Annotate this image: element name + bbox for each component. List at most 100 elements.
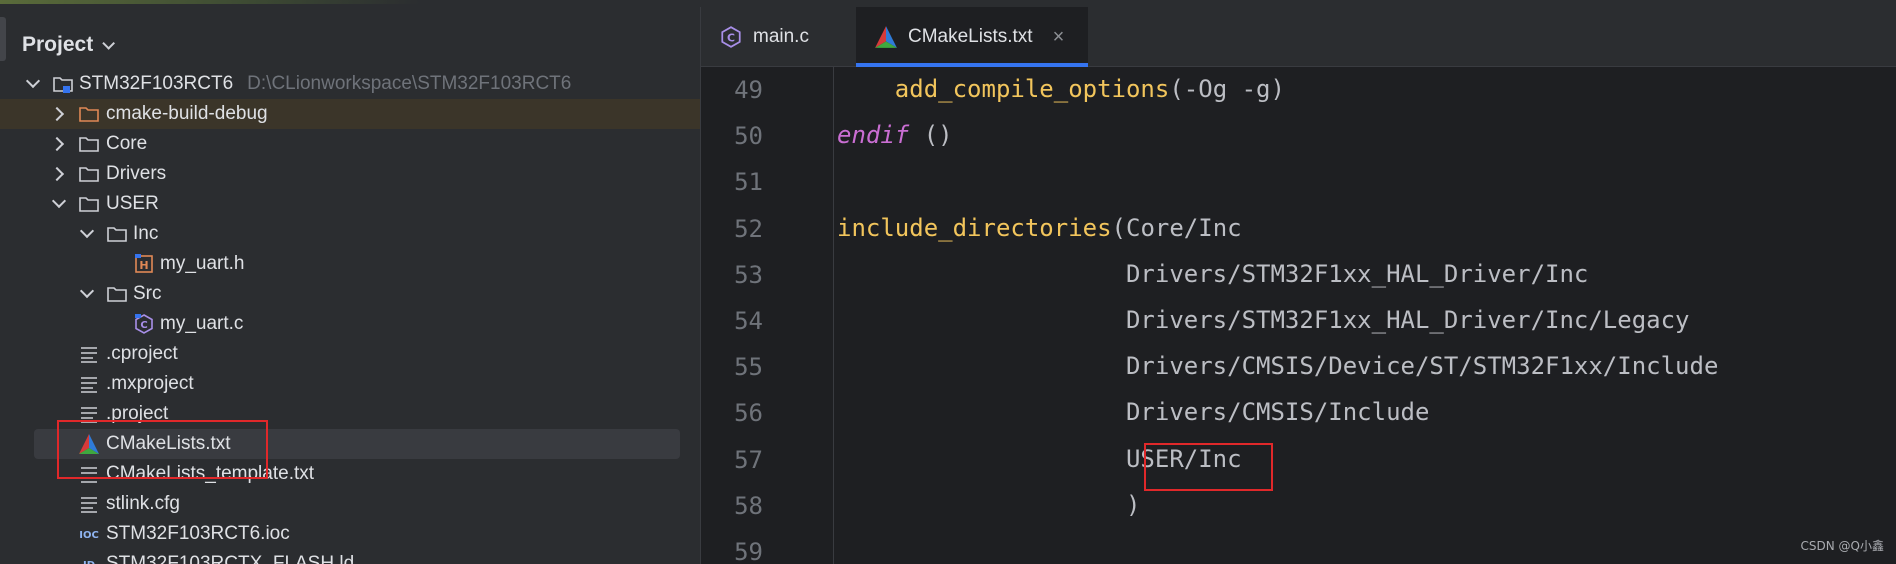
tree-item-label: Inc <box>133 223 159 244</box>
line-number: 49 <box>734 76 763 104</box>
tab-main-c[interactable]: C main.c <box>701 7 854 67</box>
line-number: 58 <box>734 491 763 520</box>
code-text: Drivers/CMSIS/Include <box>1125 398 1430 427</box>
folder-orange-icon <box>79 107 99 122</box>
svg-text:IOC: IOC <box>79 530 99 541</box>
watermark: CSDN @Q小鑫 <box>1800 539 1884 553</box>
folder-icon <box>107 287 127 302</box>
ioc-icon: IOC <box>79 530 99 541</box>
svg-text:ID: ID <box>83 560 95 564</box>
tree-item-core[interactable]: Core <box>0 129 700 159</box>
tree-item-label: my_uart.c <box>160 313 244 334</box>
tree-item-flash-ld[interactable]: ID STM32F103RCTX_FLASH.ld <box>0 549 700 564</box>
chevron-down-icon[interactable] <box>51 193 67 209</box>
project-panel-title: Project <box>22 33 94 56</box>
code-text: ) <box>1125 490 1141 519</box>
code-text: Drivers/CMSIS/Device/ST/STM32F1xx/Includ… <box>1125 352 1719 381</box>
folder-icon <box>79 137 99 152</box>
code-function: include_directories <box>837 213 1112 242</box>
code-function: add_compile_options <box>894 75 1170 103</box>
text-file-icon <box>81 347 97 363</box>
chevron-down-icon[interactable] <box>79 283 95 299</box>
close-icon[interactable]: × <box>1053 26 1065 49</box>
h-file-icon: H <box>135 254 153 273</box>
tree-item-label: Drivers <box>106 163 167 184</box>
code-line[interactable]: endif () <box>837 121 953 149</box>
line-number: 56 <box>734 399 763 428</box>
tree-item-src[interactable]: Src <box>0 279 700 309</box>
tool-window-stripe[interactable] <box>0 17 6 61</box>
code-line[interactable]: add_compile_options(-Og -g) <box>837 75 1285 103</box>
c-file-icon: C <box>135 314 153 334</box>
svg-text:C: C <box>727 31 735 44</box>
line-number: 55 <box>734 353 763 382</box>
line-number: 54 <box>734 307 763 335</box>
tab-cmakelists[interactable]: CMakeLists.txt × <box>856 7 1088 67</box>
line-number: 53 <box>734 260 763 289</box>
code-line[interactable]: Drivers/STM32F1xx_HAL_Driver/Inc/Legacy <box>837 306 1690 334</box>
run-progress-glow <box>0 0 420 4</box>
tree-item-label: STM32F103RCT6.ioc <box>106 523 290 544</box>
chevron-right-icon[interactable] <box>49 166 65 182</box>
chevron-right-icon[interactable] <box>49 136 65 152</box>
tree-item-user[interactable]: USER <box>0 189 700 219</box>
code-text: Drivers/STM32F1xx_HAL_Driver/Inc <box>1125 259 1589 288</box>
chevron-down-icon[interactable] <box>25 73 41 89</box>
tree-item-my-uart-h[interactable]: H my_uart.h <box>0 249 700 279</box>
tree-item-ioc[interactable]: IOC STM32F103RCT6.ioc <box>0 519 700 549</box>
tree-item-label: STM32F103RCT6 <box>79 73 234 94</box>
code-text: Drivers/STM32F1xx_HAL_Driver/Inc/Legacy <box>1125 306 1690 334</box>
chevron-right-icon[interactable] <box>49 106 65 122</box>
code-line[interactable]: Drivers/CMSIS/Device/ST/STM32F1xx/Includ… <box>837 352 1718 380</box>
code-text: (Core/Inc <box>1111 213 1242 242</box>
tree-item-cmake-build-debug[interactable]: cmake-build-debug <box>0 99 700 129</box>
cmake-icon <box>875 26 897 48</box>
tree-item-label: STM32F103RCTX_FLASH.ld <box>106 553 355 564</box>
c-file-icon: C <box>721 26 741 48</box>
tree-item-label: USER <box>106 193 159 214</box>
tree-item-inc[interactable]: Inc <box>0 219 700 249</box>
code-line[interactable]: Drivers/STM32F1xx_HAL_Driver/Inc <box>837 260 1588 288</box>
tree-item-mxproject[interactable]: .mxproject <box>0 369 700 399</box>
line-number: 51 <box>734 168 763 197</box>
code-text: (-Og -g) <box>1169 75 1285 103</box>
chevron-down-icon[interactable] <box>79 223 95 239</box>
tree-item-label: Src <box>133 283 162 304</box>
svg-text:C: C <box>140 320 147 331</box>
tree-item-stlink-cfg[interactable]: stlink.cfg <box>0 489 700 519</box>
code-keyword: endif <box>837 121 910 150</box>
code-text: () <box>909 121 953 150</box>
svg-text:H: H <box>139 259 148 272</box>
code-line[interactable]: Drivers/CMSIS/Include <box>837 398 1429 426</box>
module-folder-icon <box>53 77 73 93</box>
tree-item-root[interactable]: STM32F103RCT6 D:\CLionworkspace\STM32F103… <box>0 69 700 99</box>
project-view-selector[interactable]: Project <box>22 25 116 65</box>
chevron-down-icon <box>102 36 116 50</box>
line-number: 52 <box>734 214 763 243</box>
tree-item-my-uart-c[interactable]: C my_uart.c <box>0 309 700 339</box>
folder-icon <box>107 227 127 242</box>
code-line[interactable]: include_directories(Core/Inc <box>837 214 1242 242</box>
editor-area: C main.c CMakeLists.txt × 49 add_compile… <box>700 7 1896 564</box>
folder-icon <box>79 167 99 182</box>
tree-item-drivers[interactable]: Drivers <box>0 159 700 189</box>
tree-item-cproject[interactable]: .cproject <box>0 339 700 369</box>
annotation-box-cmakelists <box>57 420 268 479</box>
text-file-icon <box>81 497 97 513</box>
tree-item-label: .mxproject <box>106 373 194 394</box>
tree-item-label: .cproject <box>106 343 178 364</box>
editor-tab-bar: C main.c CMakeLists.txt × <box>701 7 1896 67</box>
code-line[interactable]: ) <box>837 491 1140 519</box>
project-path: D:\CLionworkspace\STM32F103RCT6 <box>247 73 572 94</box>
line-number: 50 <box>734 122 763 151</box>
tree-item-label: my_uart.h <box>160 253 245 274</box>
annotation-box-user-inc <box>1144 443 1273 491</box>
tree-item-label: Core <box>106 133 148 154</box>
ld-file-icon: ID <box>83 560 95 564</box>
